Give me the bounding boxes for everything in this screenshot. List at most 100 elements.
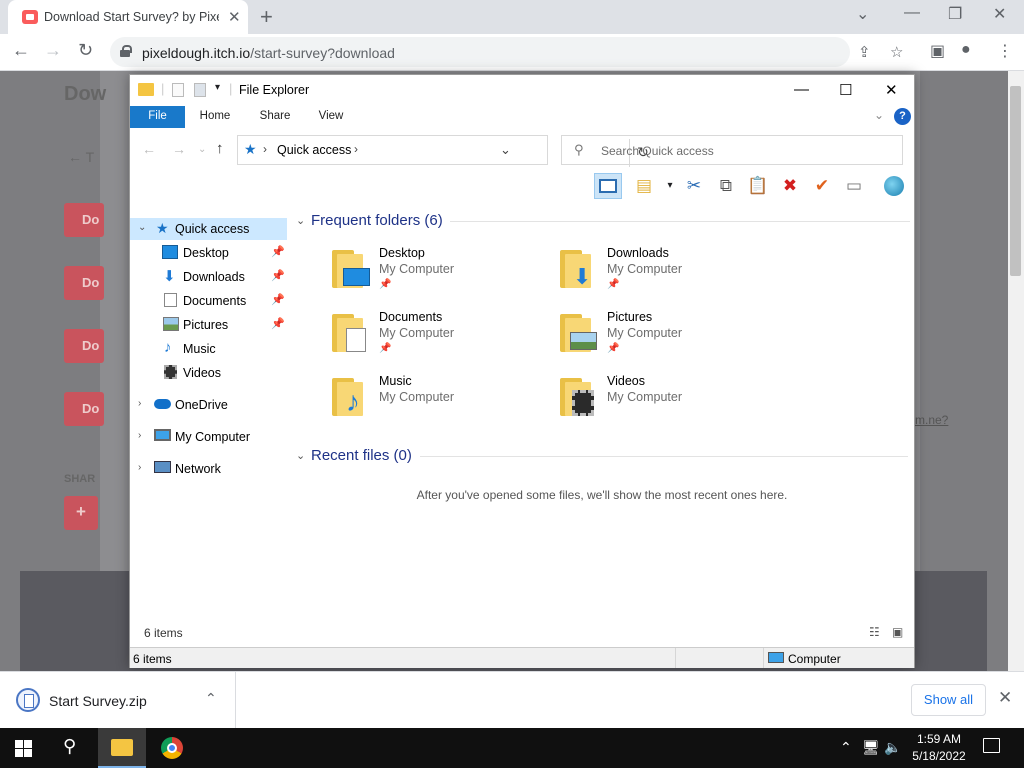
menu-kebab-icon[interactable]: ⋮ [997,41,1013,61]
network-tray-icon[interactable]: 🖥 [862,739,880,756]
recent-files-header[interactable]: Recent files (0) [311,447,412,464]
nav-item-desktop[interactable]: Desktop 📌 [130,242,287,264]
delete-icon[interactable]: ✖ [776,173,804,199]
page-download-button[interactable]: Do [64,392,104,426]
customize-qat-chevron-icon[interactable]: ▾ [215,82,220,93]
profile-avatar-icon[interactable]: ● [961,41,971,59]
up-arrow-icon[interactable]: ↑ [216,140,224,157]
windows-start-icon[interactable] [15,740,32,757]
globe-icon[interactable] [880,173,908,199]
download-file-name[interactable]: Start Survey.zip [49,693,147,709]
page-download-button[interactable]: Do [64,203,104,237]
recent-locations-chevron-icon[interactable]: ⌄ [198,144,206,155]
chevron-up-icon[interactable]: ⌃ [205,690,217,707]
copy-icon[interactable]: ⧉ [712,173,740,199]
explorer-title-bar[interactable]: | ▾ | File Explorer — ☐ ✕ [130,75,914,105]
explorer-back-icon[interactable]: ← [142,141,156,157]
breadcrumb-chevron-icon[interactable]: › [354,142,358,156]
page-share-plus-button[interactable]: + [64,496,98,530]
explorer-close-icon[interactable]: ✕ [885,81,898,99]
group-collapse-chevron-icon[interactable]: ⌄ [296,214,305,227]
page-download-button[interactable]: Do [64,266,104,300]
ribbon-tab-file[interactable]: File [130,106,185,128]
help-icon[interactable]: ? [894,108,911,125]
browser-tab[interactable]: Download Start Survey? by PixelD ✕ [8,0,248,34]
bookmark-star-icon[interactable]: ☆ [890,43,903,61]
nav-item-documents[interactable]: Documents 📌 [130,290,287,312]
preview-pane-icon[interactable] [594,173,622,199]
breadcrumb-chevron-icon[interactable]: › [263,142,267,156]
pin-icon[interactable]: 📌 [271,317,285,330]
restore-icon[interactable]: ❐ [948,4,962,24]
page-scrollbar-thumb[interactable] [1010,86,1021,276]
nav-item-videos[interactable]: Videos [130,362,287,384]
expand-chevron-icon[interactable]: › [138,430,141,441]
ribbon-tab-share[interactable]: Share [250,106,300,128]
expand-chevron-icon[interactable]: › [138,398,141,409]
nav-item-network[interactable]: › Network [130,458,287,480]
pin-icon[interactable]: 📌 [271,245,285,258]
url-text[interactable]: pixeldough.itch.io/start-survey?download [142,45,395,61]
notifications-icon[interactable] [983,738,1000,753]
checkmark-icon[interactable]: ✔ [808,173,836,199]
page-back-link-fragment[interactable]: ← T [68,149,94,165]
folder-tile-documents[interactable]: Documents My Computer 📌 [332,310,552,368]
nav-item-pictures[interactable]: Pictures 📌 [130,314,287,336]
close-window-icon[interactable]: ✕ [993,4,1006,24]
explorer-maximize-icon[interactable]: ☐ [839,81,852,99]
new-folder-quick-icon[interactable] [194,83,206,97]
nav-item-onedrive[interactable]: › OneDrive [130,394,287,416]
minimize-icon[interactable]: — [904,4,920,22]
tray-chevron-up-icon[interactable]: ⌃ [840,739,852,756]
large-icons-view-icon[interactable]: ▣ [892,625,903,639]
expand-ribbon-chevron-icon[interactable]: ⌄ [874,108,884,122]
frequent-folders-header[interactable]: Frequent folders (6) [311,212,443,229]
details-view-icon[interactable]: ☷ [869,625,880,639]
forward-arrow-icon[interactable]: → [44,40,62,61]
pin-icon[interactable]: 📌 [271,293,285,306]
folder-tile-videos[interactable]: Videos My Computer [560,374,780,432]
expand-chevron-icon[interactable]: › [138,462,141,473]
pin-icon[interactable]: 📌 [271,269,285,282]
taskbar-file-explorer[interactable] [98,728,146,768]
back-arrow-icon[interactable]: ← [12,40,30,61]
cut-icon[interactable]: ✂ [680,173,708,199]
rename-icon[interactable]: ▭ [840,173,868,199]
ribbon-tab-home[interactable]: Home [190,106,240,128]
page-link-fragment[interactable]: m.ne? [915,413,948,427]
address-path[interactable]: Quick access [277,143,351,157]
show-all-button[interactable]: Show all [911,684,986,716]
address-bar[interactable]: pixeldough.itch.io/start-survey?download… [110,37,903,67]
address-dropdown-icon[interactable]: ⌄ [500,142,511,158]
lock-icon[interactable] [120,45,132,57]
folder-tile-desktop[interactable]: Desktop My Computer 📌 [332,246,552,304]
chevron-down-icon[interactable]: ⌄ [856,4,869,24]
nav-item-music[interactable]: ♪ Music [130,338,287,360]
side-panel-icon[interactable]: ▣ [930,41,945,61]
folder-tile-downloads[interactable]: ⬇ Downloads My Computer 📌 [560,246,780,304]
paste-icon[interactable]: 📋 [744,173,772,199]
tab-close-icon[interactable]: ✕ [228,8,241,26]
new-tab-button[interactable]: + [260,4,273,30]
folder-tile-music[interactable]: ♪ Music My Computer [332,374,552,432]
close-shelf-icon[interactable]: ✕ [998,688,1012,708]
nav-item-downloads[interactable]: ⬇ Downloads 📌 [130,266,287,288]
explorer-forward-icon[interactable]: → [172,141,186,157]
page-download-button[interactable]: Do [64,329,104,363]
explorer-address-bar[interactable]: ★ › Quick access › ⌄ ↻ [237,135,649,167]
volume-icon[interactable]: 🔈 [884,739,901,756]
nav-item-quick-access[interactable]: ⌄ ★ Quick access [130,218,287,240]
explorer-search-input[interactable]: ⚲ Search Quick access [561,135,903,165]
nav-item-my-computer[interactable]: › My Computer [130,426,287,448]
explorer-minimize-icon[interactable]: — [794,81,809,98]
collapse-chevron-icon[interactable]: ⌄ [138,222,146,233]
new-folder-icon[interactable]: ▤ [630,173,658,199]
properties-quick-icon[interactable] [172,83,184,97]
folder-tile-pictures[interactable]: Pictures My Computer 📌 [560,310,780,368]
download-item[interactable]: Start Survey.zip ⌃ [0,672,236,728]
share-icon[interactable]: ⇪ [858,43,871,61]
taskbar-search-icon[interactable]: ⚲ [63,736,76,757]
group-collapse-chevron-icon[interactable]: ⌄ [296,449,305,462]
ribbon-tab-view[interactable]: View [306,106,356,128]
taskbar-clock[interactable]: 1:59 AM 5/18/2022 [905,731,973,765]
